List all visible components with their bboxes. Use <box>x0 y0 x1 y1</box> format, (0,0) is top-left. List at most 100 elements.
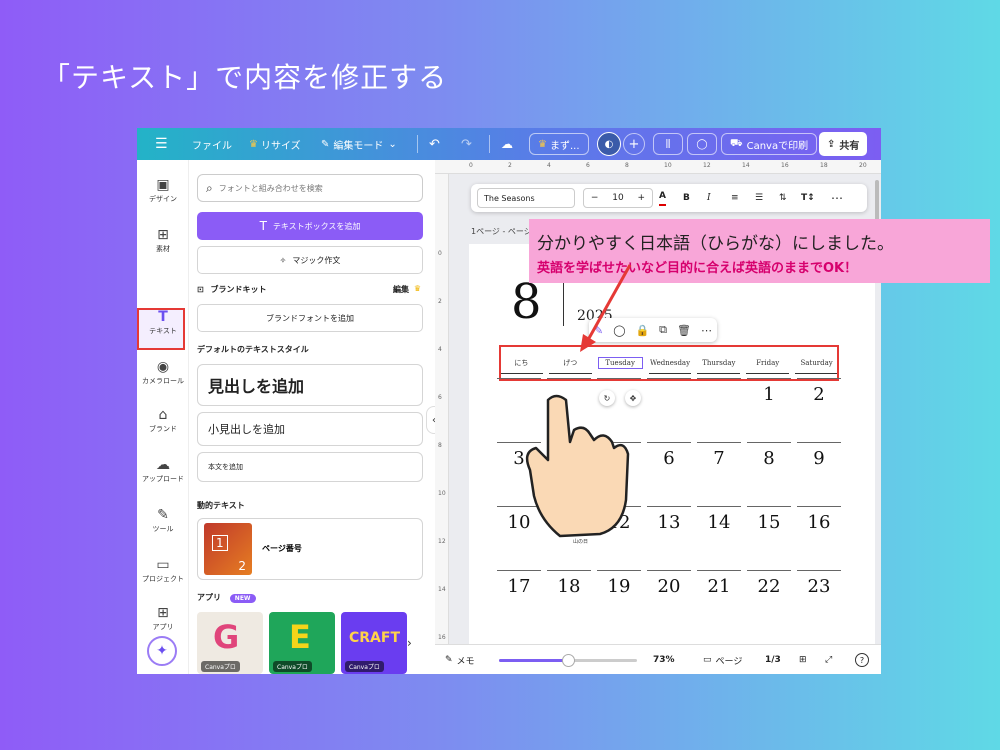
rail-item-tools[interactable]: ✎ ツール <box>137 506 189 534</box>
rail-item-camera[interactable]: ◉ カメラロール <box>137 358 189 386</box>
font-search-input[interactable]: ⌕ フォントと組み合わせを検索 <box>197 174 423 202</box>
day-number[interactable]: 21 <box>697 576 741 597</box>
day-number[interactable]: 10 <box>497 512 541 533</box>
avatar[interactable]: ◐ <box>597 132 621 156</box>
hamburger-icon[interactable]: ☰ <box>155 128 168 160</box>
pages-button[interactable]: ▭ ページ <box>703 645 742 674</box>
list-icon[interactable]: ☰ <box>755 184 763 212</box>
day-number[interactable]: 12 <box>597 512 641 533</box>
align-icon[interactable]: ≡ <box>731 184 739 212</box>
day-number[interactable]: 17 <box>497 576 541 597</box>
comment-icon[interactable]: ◯ <box>613 324 625 337</box>
lock-icon[interactable]: 🔒 <box>635 324 649 337</box>
spacing-icon[interactable]: ⇅ <box>779 184 787 212</box>
app-tile-e[interactable]: E Canvaプロ <box>269 612 335 674</box>
duplicate-icon[interactable]: ⧉ <box>659 323 667 337</box>
redo-icon[interactable]: ↷ <box>461 128 472 160</box>
zoom-slider[interactable] <box>499 654 637 667</box>
add-user-icon[interactable]: + <box>623 133 645 155</box>
day-number[interactable]: 19 <box>597 576 641 597</box>
rail-item-apps[interactable]: ⊞ アプリ <box>137 604 189 632</box>
calendar-page[interactable]: 8 2025 ✎ ◯ 🔒 ⧉ 🗑 ⋯ にち げつ Tuesday Wednesday T… <box>469 244 875 648</box>
day-cell-line <box>597 378 641 379</box>
day-cell-line <box>697 506 741 507</box>
rail-item-elements[interactable]: ⊞ 素材 <box>137 226 189 254</box>
help-icon[interactable]: ? <box>855 653 869 667</box>
file-menu[interactable]: ファイル <box>192 128 232 160</box>
zoom-value[interactable]: 73% <box>653 645 675 674</box>
magic-assistant-button[interactable]: ✦ <box>147 636 177 666</box>
day-cell-line <box>547 506 591 507</box>
chevron-right-icon[interactable]: › <box>407 636 412 650</box>
day-number[interactable]: 8 <box>747 448 791 469</box>
day-number[interactable]: 6 <box>647 448 691 469</box>
insights-icon[interactable]: ⫼ <box>653 133 683 155</box>
callout-box: 分かりやすく日本語（ひらがな）にしました。 英語を学ばせたいなど目的に合えば英語… <box>529 219 990 283</box>
font-size-value[interactable]: 10 <box>612 193 623 203</box>
day-number[interactable]: 1 <box>747 384 791 405</box>
resize-menu[interactable]: ♛ リサイズ <box>249 128 301 160</box>
cloud-save-icon[interactable]: ☁ <box>501 128 513 160</box>
bottom-bar: ✎ メモ 73% ▭ ページ 1/3 ⊞ ⤢ ? <box>435 644 881 674</box>
more-icon[interactable]: ⋯ <box>701 324 712 337</box>
comment-icon[interactable]: ◯ <box>687 133 717 155</box>
font-size-stepper[interactable]: − 10 + <box>583 188 653 208</box>
brand-kit-header: ⊡ ブランドキット 編集 ♛ <box>197 284 423 295</box>
day-number[interactable]: 15 <box>747 512 791 533</box>
day-number[interactable]: 7 <box>697 448 741 469</box>
font-family-select[interactable]: The Seasons <box>477 188 575 208</box>
plus-icon[interactable]: + <box>638 193 646 203</box>
day-number[interactable]: 11 <box>547 512 591 533</box>
add-brand-font-button[interactable]: ブランドフォントを追加 <box>197 304 423 332</box>
magic-write-button[interactable]: ✧ マジック作文 <box>197 246 423 274</box>
day-number[interactable]: 18 <box>547 576 591 597</box>
brand-edit-link[interactable]: 編集 <box>393 284 409 295</box>
new-badge: NEW <box>229 594 256 603</box>
day-number[interactable]: 2 <box>797 384 841 405</box>
day-number[interactable]: 20 <box>647 576 691 597</box>
app-tile-g[interactable]: G Canvaプロ <box>197 612 263 674</box>
day-number[interactable]: 16 <box>797 512 841 533</box>
day-cell-line <box>797 442 841 443</box>
day-number[interactable]: 14 <box>697 512 741 533</box>
page-number-card[interactable]: 1 2 ページ番号 <box>197 518 423 580</box>
text-color-icon[interactable]: A <box>659 188 666 206</box>
app-logo: E <box>289 618 311 656</box>
text-size-icon[interactable]: T↕ <box>801 184 815 212</box>
apps-label: アプリ <box>197 593 221 602</box>
fullscreen-icon[interactable]: ⤢ <box>825 645 832 674</box>
rail-item-text[interactable]: T テキスト <box>137 308 189 336</box>
move-icon[interactable]: ✥ <box>625 390 641 406</box>
day-number[interactable]: 22 <box>747 576 791 597</box>
app-tile-craft[interactable]: CRAFT Canvaプロ <box>341 612 407 674</box>
rail-item-brand[interactable]: ⌂ ブランド <box>137 406 189 434</box>
share-button[interactable]: ⇪ 共有 <box>819 132 868 156</box>
more-options-icon[interactable]: ⋯ <box>831 184 843 212</box>
add-heading-button[interactable]: 見出しを追加 <box>197 364 423 406</box>
day-cell-line <box>647 506 691 507</box>
rail-item-projects[interactable]: ▭ プロジェクト <box>137 556 189 584</box>
rail-item-design[interactable]: ▣ デザイン <box>137 176 189 204</box>
italic-icon[interactable]: I <box>707 184 711 212</box>
undo-icon[interactable]: ↶ <box>429 128 440 160</box>
day-number[interactable]: 23 <box>797 576 841 597</box>
grid-view-icon[interactable]: ⊞ <box>799 645 807 674</box>
day-number[interactable]: 9 <box>797 448 841 469</box>
rotate-icon[interactable]: ↻ <box>599 390 615 406</box>
add-subheading-button[interactable]: 小見出しを追加 <box>197 412 423 446</box>
rail-item-upload[interactable]: ☁ アップロード <box>137 456 189 484</box>
minus-icon[interactable]: − <box>591 193 599 203</box>
add-body-button[interactable]: 本文を追加 <box>197 452 423 482</box>
memo-button[interactable]: ✎ メモ <box>445 645 475 674</box>
day-number[interactable]: 13 <box>647 512 691 533</box>
doc-title-button[interactable]: ♛ まず... <box>529 133 589 155</box>
bold-icon[interactable]: B <box>683 184 690 212</box>
left-rail: ▣ デザイン ⊞ 素材 T テキスト ◉ カメラロール ⌂ ブランド ☁ アップ… <box>137 160 189 674</box>
magic-edit-icon[interactable]: ✎ <box>594 324 603 337</box>
zoom-knob[interactable] <box>562 654 575 667</box>
print-button[interactable]: ⛟ Canvaで印刷 <box>721 133 818 155</box>
edit-mode-menu[interactable]: ✎ 編集モード ⌄ <box>321 128 397 160</box>
add-textbox-button[interactable]: T テキストボックスを追加 <box>197 212 423 240</box>
delete-icon[interactable]: 🗑 <box>677 324 691 337</box>
day-number[interactable]: 3 <box>497 448 541 469</box>
